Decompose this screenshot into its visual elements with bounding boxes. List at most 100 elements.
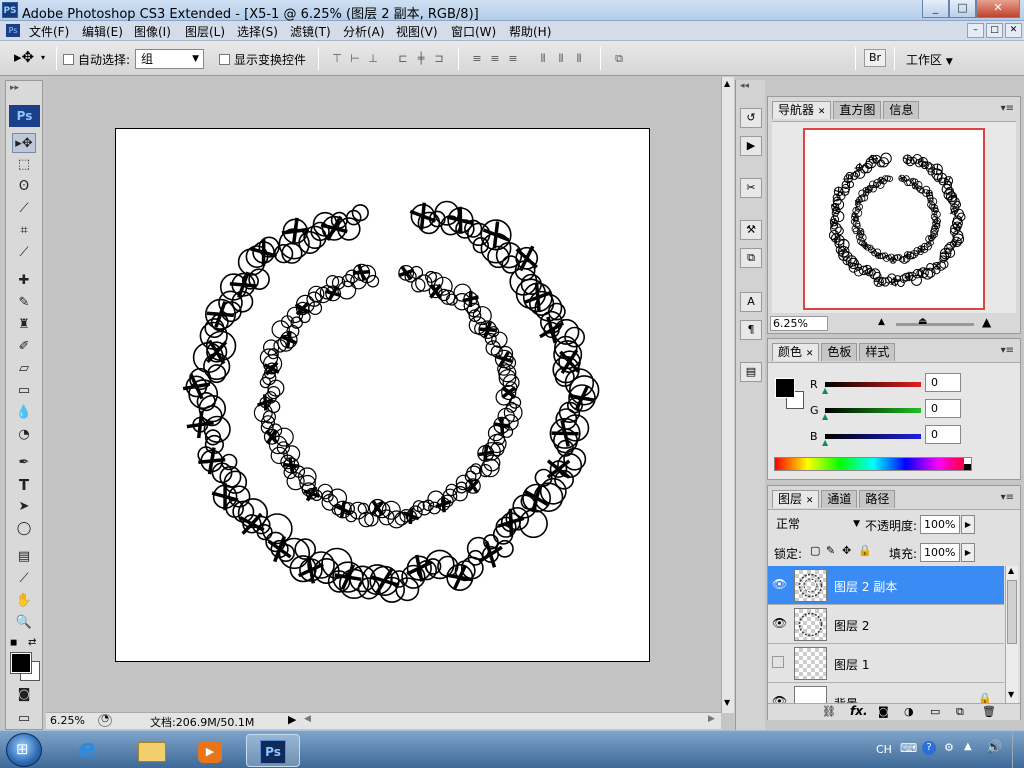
b-slider[interactable] — [825, 434, 921, 439]
lock-transparency-icon[interactable]: ▢ — [810, 545, 820, 556]
opacity-slider-arrow-icon[interactable]: ▶ — [961, 515, 975, 534]
opacity-field[interactable]: 100% — [920, 515, 960, 534]
eye-icon[interactable]: 👁 — [772, 577, 787, 591]
link-layers-icon[interactable]: ⛓ — [822, 706, 836, 717]
align-left-icon[interactable]: ⊏ — [396, 52, 410, 65]
crop-tool-icon[interactable]: ⌗ — [12, 221, 36, 241]
help-icon[interactable]: ? — [922, 741, 936, 755]
scroll-right-icon[interactable]: ▶ — [708, 715, 715, 724]
hand-tool-icon[interactable]: ✋ — [12, 591, 36, 611]
dock-collapse-icon[interactable]: ◂◂ — [740, 82, 749, 91]
align-top-icon[interactable]: ⊤ — [330, 52, 344, 65]
scroll-down-icon[interactable]: ▼ — [724, 699, 730, 707]
tab-layers[interactable]: 图层 ✕ — [772, 490, 820, 508]
quick-mask-icon[interactable]: ◙ — [12, 685, 36, 705]
vertical-scrollbar[interactable]: ▲ ▼ — [721, 77, 734, 713]
adjustment-layer-icon[interactable]: ◑ — [904, 706, 914, 717]
document-icon[interactable]: Ps — [6, 24, 20, 37]
path-selection-tool-icon[interactable]: ➤ — [12, 497, 36, 517]
tab-info[interactable]: 信息 — [883, 101, 920, 119]
g-slider-thumb-icon[interactable]: ▲ — [822, 413, 828, 421]
layer-row[interactable]: 👁 图层 2 — [768, 605, 1004, 644]
paragraph-panel-icon[interactable]: ¶ — [740, 320, 762, 340]
eraser-tool-icon[interactable]: ▱ — [12, 359, 36, 379]
color-ramp[interactable] — [774, 457, 972, 471]
new-group-icon[interactable]: ▭ — [930, 706, 940, 717]
ps-logo[interactable]: Ps — [9, 105, 40, 127]
ellipse-tool-icon[interactable]: ◯ — [12, 519, 36, 539]
distribute-left-icon[interactable]: ⫴ — [536, 52, 550, 65]
lock-position-icon[interactable]: ✥ — [842, 545, 851, 556]
gradient-tool-icon[interactable]: ▭ — [12, 381, 36, 401]
slice-tool-icon[interactable]: ⟋ — [12, 243, 36, 263]
menu-analysis[interactable]: 分析(A) — [343, 23, 385, 40]
align-bottom-icon[interactable]: ⊥ — [366, 52, 380, 65]
marquee-tool-icon[interactable]: ⬚ — [12, 155, 36, 175]
r-value-field[interactable]: 0 — [925, 373, 961, 392]
history-brush-tool-icon[interactable]: ✐ — [12, 337, 36, 357]
bridge-icon[interactable]: Br — [864, 49, 886, 67]
document-canvas[interactable] — [115, 128, 650, 662]
clone-source-panel-icon[interactable]: ⧉ — [740, 248, 762, 268]
menu-file[interactable]: 文件(F) — [29, 23, 69, 40]
close-icon[interactable]: ✕ — [818, 108, 826, 117]
character-panel-icon[interactable]: A — [740, 292, 762, 312]
navigator-zoom-field[interactable]: 6.25% — [770, 316, 828, 331]
menu-filter[interactable]: 滤镜(T) — [290, 23, 331, 40]
layer-row[interactable]: 图层 1 — [768, 644, 1004, 683]
hidden-visibility-box[interactable] — [772, 656, 784, 668]
scroll-down-icon[interactable]: ▼ — [1008, 691, 1014, 699]
fx-icon[interactable]: fx. — [850, 705, 868, 717]
menu-select[interactable]: 选择(S) — [237, 23, 278, 40]
dodge-tool-icon[interactable]: ◔ — [12, 425, 36, 445]
panel-menu-icon[interactable]: ▾≡ — [1001, 103, 1014, 114]
taskbar-photoshop[interactable]: Ps — [246, 734, 300, 767]
close-icon[interactable]: ✕ — [806, 350, 814, 359]
move-tool-icon[interactable]: ▸✥ — [12, 133, 36, 153]
align-vcenter-icon[interactable]: ⊢ — [348, 52, 362, 65]
scroll-thumb[interactable] — [1007, 580, 1017, 644]
blur-tool-icon[interactable]: 💧 — [12, 403, 36, 423]
menu-view[interactable]: 视图(V) — [396, 23, 438, 40]
swap-colors-icon[interactable]: ⇄ — [28, 638, 36, 648]
distribute-vcenter-icon[interactable]: ≡ — [488, 52, 502, 65]
type-tool-icon[interactable]: T — [12, 475, 36, 495]
panel-menu-icon[interactable]: ▾≡ — [1001, 492, 1014, 503]
tray-settings-icon[interactable]: ⚙ — [944, 742, 954, 753]
zoom-in-icon[interactable]: ▲ — [982, 316, 991, 328]
menu-edit[interactable]: 编辑(E) — [82, 23, 123, 40]
b-slider-thumb-icon[interactable]: ▲ — [822, 439, 828, 447]
tool-preset-dropdown-icon[interactable]: ▾ — [41, 54, 45, 62]
scroll-up-icon[interactable]: ▲ — [1008, 567, 1014, 575]
taskbar-ie[interactable]: e — [64, 734, 118, 767]
lock-all-icon[interactable]: 🔒 — [858, 545, 872, 556]
doc-restore-button[interactable]: □ — [986, 23, 1003, 38]
tab-histogram[interactable]: 直方图 — [833, 101, 882, 119]
status-menu-arrow-icon[interactable]: ▶ — [288, 714, 296, 725]
panel-menu-icon[interactable]: ▾≡ — [1001, 345, 1014, 356]
distribute-hcenter-icon[interactable]: ⫴ — [554, 52, 568, 65]
pen-tool-icon[interactable]: ✒ — [12, 453, 36, 473]
scroll-up-icon[interactable]: ▲ — [724, 80, 730, 88]
volume-icon[interactable]: 🔊 — [986, 741, 1002, 754]
healing-brush-tool-icon[interactable]: ✚ — [12, 271, 36, 291]
menu-image[interactable]: 图像(I) — [134, 23, 171, 40]
menu-help[interactable]: 帮助(H) — [509, 23, 551, 40]
tab-channels[interactable]: 通道 — [821, 490, 858, 508]
auto-select-checkbox[interactable] — [63, 54, 74, 65]
new-layer-icon[interactable]: ⧉ — [956, 706, 964, 717]
auto-select-dropdown[interactable]: 组 ▼ — [135, 49, 204, 69]
magic-wand-tool-icon[interactable]: ⟋ — [12, 199, 36, 219]
eyedropper-tool-icon[interactable]: ⟋ — [12, 569, 36, 589]
eye-icon[interactable]: 👁 — [772, 694, 787, 703]
navigator-proxy-box[interactable] — [803, 128, 985, 310]
scroll-left-icon[interactable]: ◀ — [304, 715, 311, 724]
taskbar-explorer[interactable] — [124, 734, 178, 767]
foreground-color-swatch[interactable] — [10, 652, 32, 674]
close-icon[interactable]: ✕ — [806, 497, 814, 506]
screen-mode-icon[interactable]: ▭ — [12, 709, 36, 729]
zoom-field[interactable]: 6.25% — [50, 714, 85, 727]
move-tool-icon[interactable]: ▸✥ — [14, 50, 34, 65]
layer-comps-panel-icon[interactable]: ▤ — [740, 362, 762, 382]
show-desktop-button[interactable] — [1012, 731, 1024, 768]
